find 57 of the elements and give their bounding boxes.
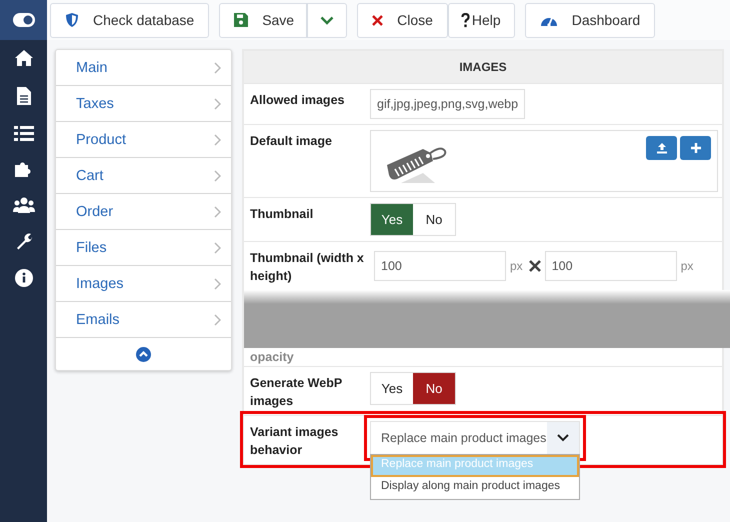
chevron-right-icon: [214, 170, 221, 182]
upload-icon: [656, 142, 668, 154]
home-icon[interactable]: [14, 49, 34, 67]
menu-item[interactable]: Cart: [56, 158, 231, 194]
unit-label: px: [680, 259, 694, 273]
toggle-logo-icon[interactable]: [0, 0, 47, 40]
times-icon: [528, 260, 541, 272]
help-button[interactable]: Help: [448, 2, 515, 38]
field-label: Thumbnail: [250, 206, 314, 223]
field-label: opacity: [250, 349, 294, 362]
input-field[interactable]: gif,jpg,jpeg,png,svg,webp: [370, 89, 526, 119]
upload-button[interactable]: [646, 136, 677, 160]
menu-item[interactable]: Emails: [56, 302, 231, 338]
add-button[interactable]: [680, 136, 711, 160]
toggle-option[interactable]: No: [413, 373, 455, 404]
close-icon: [372, 14, 384, 26]
document-icon[interactable]: [16, 86, 32, 106]
chevron-down-icon: [557, 434, 569, 442]
field-label: Variant images behavior: [250, 424, 340, 459]
menu-item[interactable]: Taxes: [56, 86, 231, 122]
users-icon[interactable]: [12, 197, 34, 213]
chevron-right-icon: [214, 242, 221, 254]
dashboard-button[interactable]: Dashboard: [524, 2, 656, 38]
field-label: Allowed images: [250, 92, 346, 109]
chevron-right-icon: [214, 62, 221, 74]
dropdown-option[interactable]: Display along main product images: [371, 477, 579, 499]
check-database-button[interactable]: Check database: [50, 2, 210, 38]
puzzle-icon[interactable]: [14, 160, 34, 178]
question-mark-icon: [460, 12, 470, 28]
collapse-up-icon[interactable]: [136, 346, 151, 362]
menu-item[interactable]: Images: [56, 266, 231, 302]
list-icon[interactable]: [14, 125, 34, 141]
chevron-right-icon: [214, 134, 221, 146]
save-options-button[interactable]: [307, 2, 348, 38]
chevron-right-icon: [214, 314, 221, 326]
chevron-down-icon: [320, 16, 334, 24]
unit-label: px: [510, 259, 523, 273]
field-label: Generate WebP images: [250, 375, 343, 410]
field-label: Thumbnail (width x height): [250, 250, 365, 285]
save-button[interactable]: Save: [219, 2, 308, 38]
wrench-icon[interactable]: [14, 232, 32, 250]
chevron-right-icon: [214, 98, 221, 110]
shield-icon: [65, 12, 79, 28]
height-field[interactable]: 100: [544, 251, 677, 281]
field-label: Default image: [250, 133, 333, 150]
chevron-right-icon: [214, 206, 221, 218]
info-icon[interactable]: [14, 269, 32, 287]
menu-item[interactable]: Main: [56, 50, 231, 86]
width-field[interactable]: 100: [374, 251, 506, 281]
toggle-option[interactable]: Yes: [371, 204, 413, 235]
menu-item[interactable]: Product: [56, 122, 231, 158]
menu-item[interactable]: Files: [56, 230, 231, 266]
chevron-right-icon: [214, 278, 221, 290]
panel-title: IMAGES: [459, 60, 507, 74]
close-button[interactable]: Close: [357, 2, 448, 38]
menu-item[interactable]: Order: [56, 194, 231, 230]
plus-icon: [690, 142, 702, 154]
